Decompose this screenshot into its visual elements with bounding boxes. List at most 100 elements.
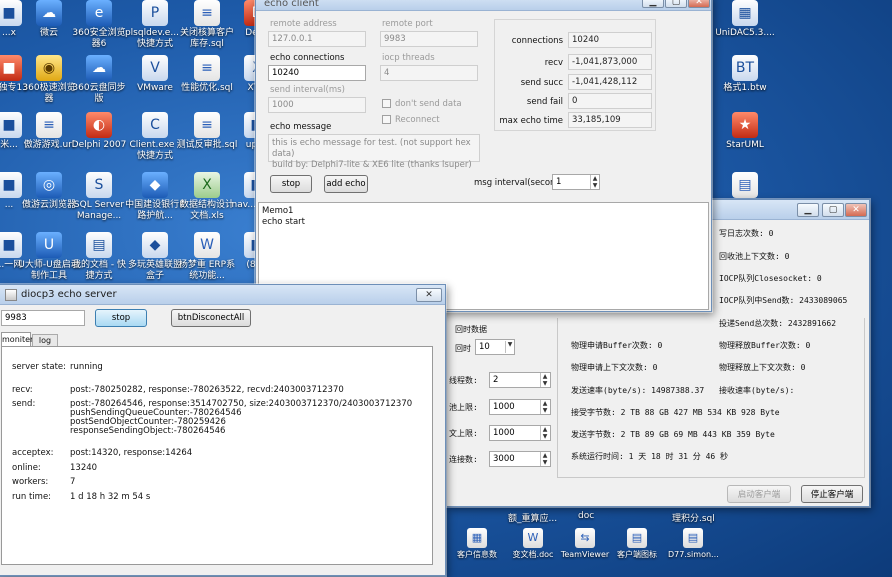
stat-value	[568, 32, 652, 48]
desktop-icon[interactable]: S SQL Server Manage...	[68, 172, 130, 222]
maximize-button[interactable]: ▢	[822, 203, 844, 217]
thread-count-label: 线程数:	[449, 376, 478, 385]
desktop-fragment: 理积分.sql	[672, 514, 715, 524]
app-icon: ☁	[86, 55, 112, 81]
remote-address-label: remote address	[270, 19, 337, 29]
app-icon: ▤	[732, 172, 758, 198]
memo-line: echo start	[262, 217, 305, 227]
context-limit-label: 文上限:	[449, 429, 478, 438]
tab-log[interactable]: log	[32, 334, 58, 346]
remote-address-input[interactable]	[268, 31, 366, 47]
iocp-threads-input[interactable]	[380, 65, 478, 81]
desktop-icon[interactable]: ▤ 客户端图标	[612, 528, 662, 560]
desktop-icon[interactable]: ▤	[714, 172, 776, 200]
desktop-icon[interactable]: ★ StarUML	[714, 112, 776, 151]
desktop-icon-label: 微云	[39, 28, 58, 38]
app-icon: S	[86, 172, 112, 198]
stat-line: 接收速率(byte/s):	[719, 386, 795, 395]
app-icon: ★	[732, 112, 758, 138]
close-button[interactable]: ✕	[845, 203, 867, 217]
desktop-fragment: 额_重算应...	[508, 514, 558, 524]
disconnect-all-button[interactable]: btnDisconectAll	[171, 309, 251, 327]
desktop-icon[interactable]: ◐ Delphi 2007	[68, 112, 130, 151]
reconnect-checkbox[interactable]	[382, 115, 391, 124]
send-interval-input[interactable]	[268, 97, 366, 113]
app-icon: W	[194, 232, 220, 258]
spin-arrows-icon[interactable]: ▲ ▼	[540, 426, 549, 440]
app-icon: ☁	[36, 0, 62, 26]
stat-label: connections	[511, 36, 563, 46]
app-icon: ◐	[86, 112, 112, 138]
stat-label: send fail	[526, 97, 563, 107]
desktop-icon[interactable]: ☁ 360云盘同步版	[68, 55, 130, 105]
desktop-icon-label: VMware	[137, 83, 173, 93]
echo-message-label: echo message	[270, 122, 332, 132]
spin-arrows-icon[interactable]: ▲ ▼	[540, 400, 549, 414]
app-icon: C	[142, 112, 168, 138]
stop-client-button[interactable]: 停止客户端	[801, 485, 863, 503]
desktop-icon-label: TeamViewer	[560, 550, 610, 559]
echo-message-memo[interactable]: this is echo message for test. (not supp…	[268, 134, 480, 170]
minimize-button[interactable]: ▁	[642, 0, 664, 8]
desktop-icon[interactable]: e 360安全浏览器6	[68, 0, 130, 50]
return-data-label: 回时数据	[455, 325, 487, 334]
stop-button[interactable]: stop	[270, 175, 312, 193]
recv-label: recv:	[12, 385, 33, 395]
app-icon	[5, 289, 17, 301]
desktop-icon-label: Delphi 2007	[71, 140, 127, 150]
desktop-icon[interactable]: ▦ UniDAC5.3....	[714, 0, 776, 39]
spin-arrows-icon[interactable]: ▲ ▼	[590, 175, 599, 189]
app-icon: ◆	[142, 172, 168, 198]
stat-line: 物理申请上下文次数: 0	[571, 363, 658, 372]
send-line: responseSendingObject:-780264546	[70, 426, 226, 436]
desktop-icon[interactable]: W 变文档.doc	[508, 528, 558, 560]
spin-arrows-icon[interactable]: ▲ ▼	[540, 373, 549, 387]
runtime-label: run time:	[12, 492, 52, 502]
app-icon: ◆	[142, 232, 168, 258]
online-label: online:	[12, 463, 41, 473]
reconnect-label: Reconnect	[395, 115, 440, 125]
maximize-button[interactable]: ▢	[665, 0, 687, 8]
tab-moniter[interactable]: moniter	[1, 332, 33, 346]
minimize-button[interactable]: ▁	[797, 203, 819, 217]
runtime-value: 1 d 18 h 32 m 54 s	[70, 492, 151, 502]
stat-line: 物理申请Buffer次数: 0	[571, 341, 663, 350]
memo-line: Memo1	[262, 206, 294, 216]
echo-client-window: echo client ▁ ▢ ✕ remote address remote …	[255, 0, 712, 312]
send-interval-label: send interval(ms)	[270, 85, 345, 95]
echo-client-titlebar: echo client ▁ ▢ ✕	[256, 0, 711, 11]
app-icon: e	[86, 0, 112, 26]
uptime-line: 系统运行时间: 1 天 18 时 31 分 46 秒	[571, 452, 729, 461]
server-state-label: server state:	[12, 362, 67, 372]
desktop-icon-label: 米...	[0, 140, 18, 150]
stat-label: recv	[544, 58, 563, 68]
acceptex-value: post:14320, response:14264	[70, 448, 193, 458]
app-icon: ▤	[627, 528, 647, 548]
desktop-icon[interactable]: ▤ D77.simon...	[668, 528, 719, 560]
add-echo-button[interactable]: add echo	[324, 175, 368, 193]
desktop-icon[interactable]: ▦ 客户信息数	[452, 528, 502, 560]
desktop-icon-label: UniDAC5.3....	[715, 28, 775, 38]
stat-line: 投递Send总次数: 2432891662	[719, 319, 837, 328]
dont-send-data-checkbox[interactable]	[382, 99, 391, 108]
echo-connections-input[interactable]	[268, 65, 366, 81]
remote-port-input[interactable]	[380, 31, 478, 47]
stat-line: 写日志次数: 0	[719, 229, 774, 238]
chevron-down-icon[interactable]: ▼	[505, 341, 514, 353]
pool-limit-label: 池上限:	[449, 403, 478, 412]
app-icon: ⇆	[575, 528, 595, 548]
desktop-icon[interactable]: ⇆ TeamViewer	[560, 528, 610, 560]
desktop-icon[interactable]: ▤ 我的文档 - 快捷方式	[68, 232, 130, 282]
desktop-icon[interactable]: BT 格式1.btw	[714, 55, 776, 94]
close-button[interactable]: ✕	[416, 288, 442, 302]
return-time-label: 回时	[455, 344, 471, 353]
stat-line: 回收池上下文数: 0	[719, 252, 790, 261]
stop-server-button[interactable]: stop	[95, 309, 147, 327]
spin-arrows-icon[interactable]: ▲ ▼	[540, 452, 549, 466]
remote-port-label: remote port	[382, 19, 433, 29]
start-client-button[interactable]: 启动客户端	[727, 485, 791, 503]
close-button[interactable]: ✕	[688, 0, 710, 8]
port-input[interactable]	[1, 310, 85, 326]
stat-line: 发送速率(byte/s): 14987388.37	[571, 386, 705, 395]
echo-connections-label: echo connections	[270, 53, 345, 63]
